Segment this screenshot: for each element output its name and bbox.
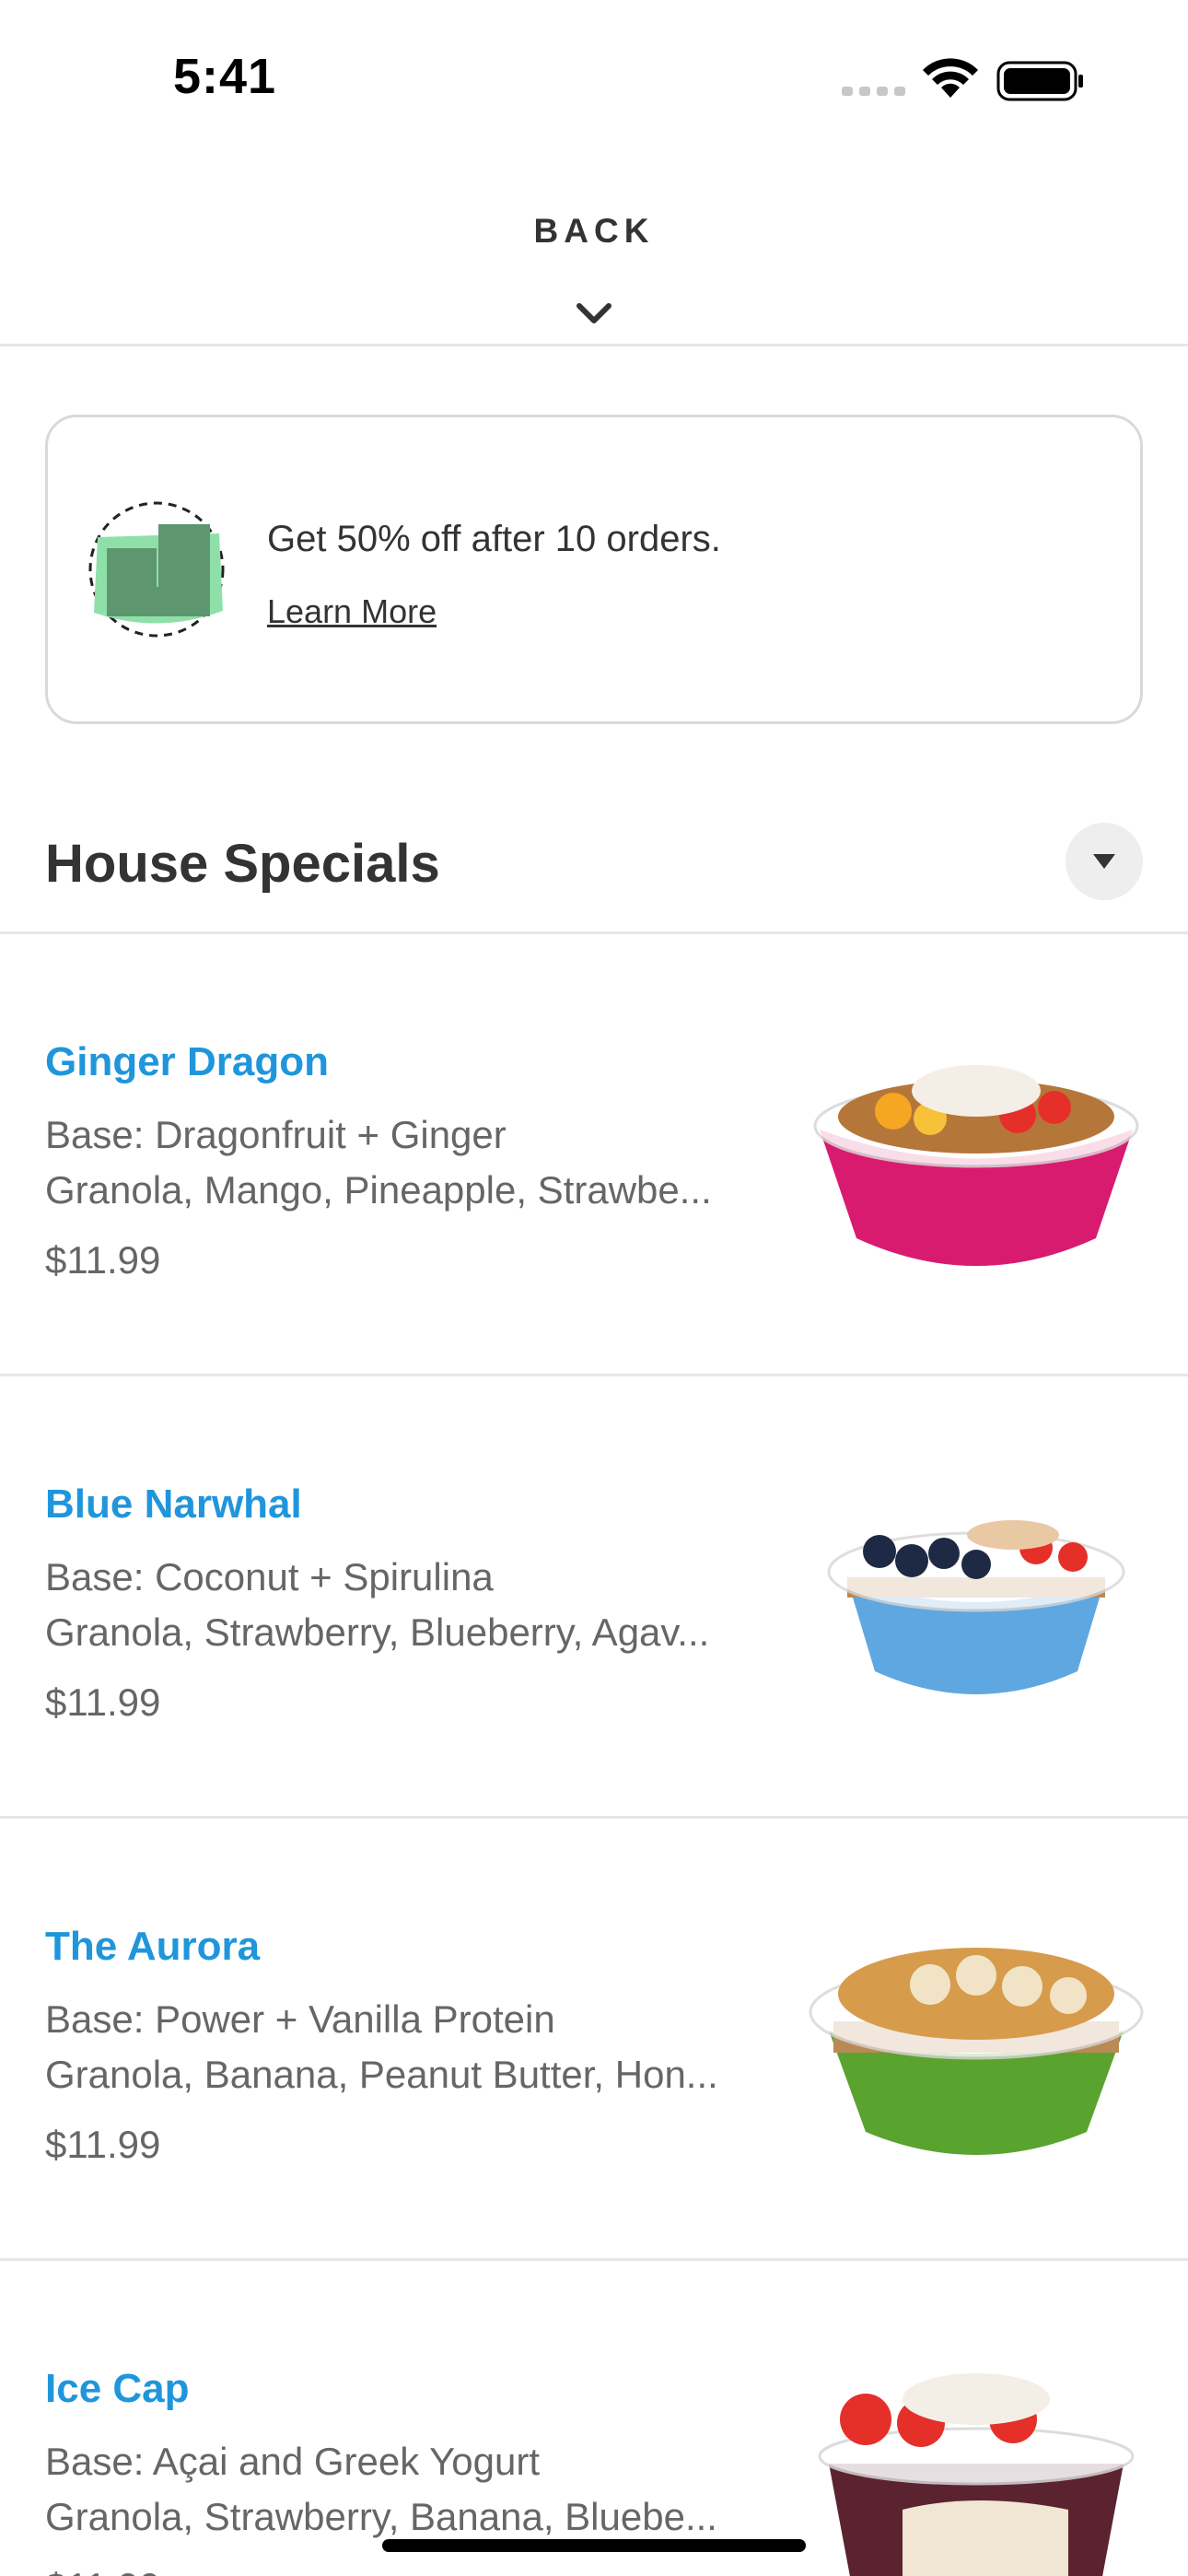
battery-icon (996, 61, 1083, 101)
status-bar: 5:41 (0, 0, 1188, 157)
menu-screen: 5:41 BACK Get 50% off after 10 orders. L… (0, 0, 1188, 2576)
item-price: $11.99 (45, 1680, 161, 1724)
cellular-signal-icon (842, 87, 905, 96)
loyalty-bowls-icon (88, 501, 225, 638)
section-header: House Specials (0, 811, 1188, 934)
bowl-image (818, 2373, 1135, 2576)
item-name: Blue Narwhal (45, 1481, 302, 1527)
loyalty-promo-card: Get 50% off after 10 orders. Learn More (45, 415, 1143, 724)
wifi-icon (923, 58, 978, 98)
item-price: $11.99 (45, 1238, 161, 1282)
item-base: Base: Power + Vanilla Protein (45, 1997, 555, 2041)
bowl-image (813, 1065, 1139, 1266)
bowl-image (827, 1520, 1125, 1694)
item-name: The Aurora (45, 1924, 261, 1969)
section-title: House Specials (45, 834, 440, 894)
menu-item[interactable]: Blue Narwhal Base: Coconut + Spirulina G… (0, 1376, 1188, 1819)
status-time: 5:41 (173, 49, 277, 104)
item-base: Base: Dragonfruit + Ginger (45, 1113, 507, 1156)
back-button[interactable]: BACK (502, 212, 686, 323)
promo-text: Get 50% off after 10 orders. (267, 519, 721, 559)
triangle-down-icon (1093, 854, 1115, 869)
item-toppings: Granola, Banana, Peanut Butter, Hon... (45, 2053, 718, 2096)
section-collapse-button[interactable] (1066, 823, 1143, 900)
item-price: $11.99 (45, 2565, 160, 2576)
item-base: Base: Coconut + Spirulina (45, 1555, 494, 1598)
menu-item[interactable]: The Aurora Base: Power + Vanilla Protein… (0, 1819, 1188, 2261)
item-base: Base: Açai and Greek Yogurt (45, 2440, 541, 2483)
item-toppings: Granola, Mango, Pineapple, Strawbe... (45, 1168, 712, 1212)
item-name: Ice Cap (45, 2366, 190, 2411)
item-toppings: Granola, Strawberry, Blueberry, Agav... (45, 1610, 710, 1654)
menu-item[interactable]: Ginger Dragon Base: Dragonfruit + Ginger… (0, 934, 1188, 1376)
item-name: Ginger Dragon (45, 1039, 330, 1084)
menu-item[interactable]: Ice Cap Base: Açai and Greek Yogurt Gran… (0, 2261, 1188, 2576)
item-toppings: Granola, Strawberry, Banana, Bluebe... (45, 2495, 717, 2538)
learn-more-link[interactable]: Learn More (267, 592, 437, 631)
bowl-image (809, 1948, 1144, 2155)
home-indicator (382, 2539, 806, 2552)
navigation-header: BACK (0, 184, 1188, 346)
item-price: $11.99 (45, 2123, 161, 2166)
back-label: BACK (533, 212, 655, 250)
chevron-down-icon (577, 303, 611, 323)
